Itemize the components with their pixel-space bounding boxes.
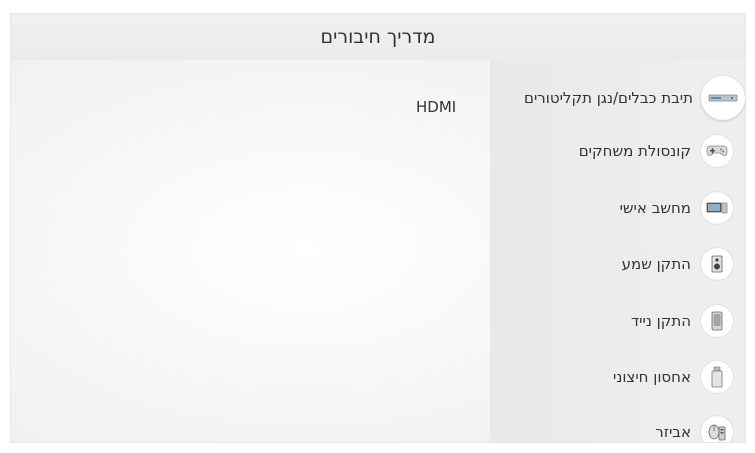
sidebar-item-label: אביזר bbox=[655, 423, 691, 441]
usb-storage-icon bbox=[701, 361, 733, 393]
sidebar-item-label: קונסולת משחקים bbox=[578, 142, 691, 160]
connection-guide-panel: מדריך חיבורים תיבת כבלים/נגן תקליטורים ק… bbox=[10, 13, 746, 443]
device-category-sidebar: תיבת כבלים/נגן תקליטורים קונסולת משחקים bbox=[490, 60, 745, 442]
connection-option-hdmi[interactable]: HDMI bbox=[416, 98, 456, 116]
sidebar-item-external-storage[interactable]: אחסון חיצוני bbox=[490, 357, 745, 397]
sidebar-item-set-top-box[interactable]: תיבת כבלים/נגן תקליטורים bbox=[490, 76, 745, 120]
set-top-box-icon bbox=[701, 76, 745, 120]
mobile-device-icon bbox=[701, 305, 733, 337]
pc-icon bbox=[701, 192, 733, 224]
sidebar-item-accessory[interactable]: אביזר bbox=[490, 412, 745, 442]
sidebar-item-pc[interactable]: מחשב אישי bbox=[490, 188, 745, 228]
page-title: מדריך חיבורים bbox=[320, 26, 436, 48]
game-controller-icon bbox=[701, 135, 733, 167]
sidebar-item-label: מחשב אישי bbox=[619, 199, 691, 217]
sidebar-item-game-console[interactable]: קונסולת משחקים bbox=[490, 131, 745, 171]
sidebar-item-label: אחסון חיצוני bbox=[612, 368, 691, 386]
sidebar-item-label: התקן נייד bbox=[630, 312, 691, 330]
sidebar-item-label: התקן שמע bbox=[621, 255, 691, 273]
speaker-icon bbox=[701, 248, 733, 280]
sidebar-item-label: תיבת כבלים/נגן תקליטורים bbox=[523, 89, 693, 107]
sidebar-item-audio-device[interactable]: התקן שמע bbox=[490, 244, 745, 284]
header-bar: מדריך חיבורים bbox=[11, 14, 745, 60]
sidebar-item-mobile-device[interactable]: התקן נייד bbox=[490, 301, 745, 341]
accessory-icon bbox=[701, 416, 733, 442]
